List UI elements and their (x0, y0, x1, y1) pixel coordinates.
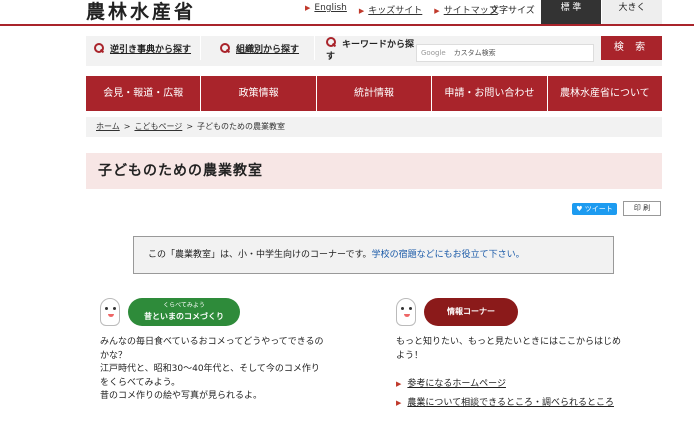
mascot-icon (396, 298, 416, 326)
info-description: もっと知りたい、もっと見たいときにはここからはじめ よう！ (396, 337, 622, 361)
tweet-button[interactable]: ♥ ツイート (572, 203, 617, 215)
divider (200, 36, 201, 60)
reverse-dict-link[interactable]: 逆引き事典から探す (94, 36, 191, 60)
nav-policy[interactable]: 政策情報 (201, 76, 316, 111)
search-icon (220, 43, 230, 53)
global-nav: 会見・報道・広報 政策情報 統計情報 申請・お問い合わせ 農林水産省について (86, 76, 663, 111)
badge-title: 昔といまのコメづくり (144, 312, 224, 321)
font-size-large-button[interactable]: 大きく (602, 0, 662, 24)
page-title: 子どものための農業教室 (86, 153, 662, 189)
search-bar: 逆引き事典から探す 組織別から探す キーワードから探す Google カスタム検索 (86, 36, 662, 66)
breadcrumb-home[interactable]: ホーム (96, 122, 120, 131)
info-corner-badge[interactable]: 情報コーナー (424, 298, 518, 326)
mascot-icon (100, 298, 120, 326)
link-kids-site[interactable]: ▶ キッズサイト (359, 3, 422, 16)
arrow-icon: ▶ (305, 4, 311, 12)
google-label: Google (421, 49, 446, 57)
breadcrumb-current: 子どものための農業教室 (197, 122, 286, 131)
search-button[interactable]: 検 索 (601, 36, 662, 60)
twitter-icon: ♥ (576, 205, 585, 213)
search-icon (326, 37, 336, 47)
breadcrumb-separator: > (123, 122, 131, 131)
nav-statistics[interactable]: 統計情報 (316, 76, 432, 111)
arrow-icon: ▶ (434, 7, 440, 15)
top-links: ▶ English ▶ キッズサイト ▶ サイトマップ (305, 3, 498, 16)
notice-text: この「農業教室」は、小・中学生向けのコーナーです。 (148, 250, 372, 260)
by-org-link[interactable]: 組織別から探す (220, 36, 299, 60)
search-icon (94, 43, 104, 53)
search-placeholder: カスタム検索 (453, 49, 496, 57)
nav-press[interactable]: 会見・報道・広報 (86, 76, 201, 111)
font-size-label: 文字サイズ (490, 6, 535, 16)
nav-about[interactable]: 農林水産省について (547, 76, 663, 111)
breadcrumb: ホーム > こどもページ > 子どものための農業教室 (86, 117, 662, 137)
arrow-icon: ▶ (358, 7, 365, 15)
notice-box: この「農業教室」は、小・中学生向けのコーナーです。学校の宿題などにもお役立て下さ… (133, 236, 614, 274)
site-logo[interactable]: 農林水産省 (86, 0, 196, 24)
link-consultation[interactable]: ▶ 農業について相談できるところ・調べられるところ (396, 395, 614, 408)
keyword-search-label: キーワードから探す (326, 37, 416, 63)
rice-description: みんなの毎日食べているおコメってどうやってできるの かな？ 江戸時代と、昭和30… (100, 337, 324, 401)
rice-comparison-badge[interactable]: くらべてみよう 昔といまのコメづくり (128, 298, 240, 326)
arrow-icon: ▶ (396, 399, 402, 407)
notice-highlight: 学校の宿題などにもお役立て下さい。 (371, 250, 525, 260)
link-english[interactable]: ▶ English (305, 3, 347, 16)
breadcrumb-kids[interactable]: こどもページ (134, 122, 182, 131)
link-reference-sites[interactable]: ▶ 参考になるホームページ (396, 376, 614, 389)
arrow-icon: ▶ (396, 380, 402, 388)
divider (314, 36, 315, 60)
print-button[interactable]: 印 刷 (623, 201, 661, 216)
info-links: ▶ 参考になるホームページ ▶ 農業について相談できるところ・調べられるところ (396, 376, 614, 414)
search-input[interactable]: Google カスタム検索 (416, 44, 594, 62)
site-header: 農林水産省 ▶ English ▶ キッズサイト ▶ サイトマップ 文字サイズ 標 準… (0, 0, 694, 26)
badge-subtitle: くらべてみよう (163, 302, 205, 309)
nav-applications[interactable]: 申請・お問い合わせ (432, 76, 547, 111)
font-size-standard-button[interactable]: 標 準 (541, 0, 601, 24)
breadcrumb-separator: > (186, 122, 194, 131)
link-sitemap[interactable]: ▶ サイトマップ (434, 3, 497, 16)
